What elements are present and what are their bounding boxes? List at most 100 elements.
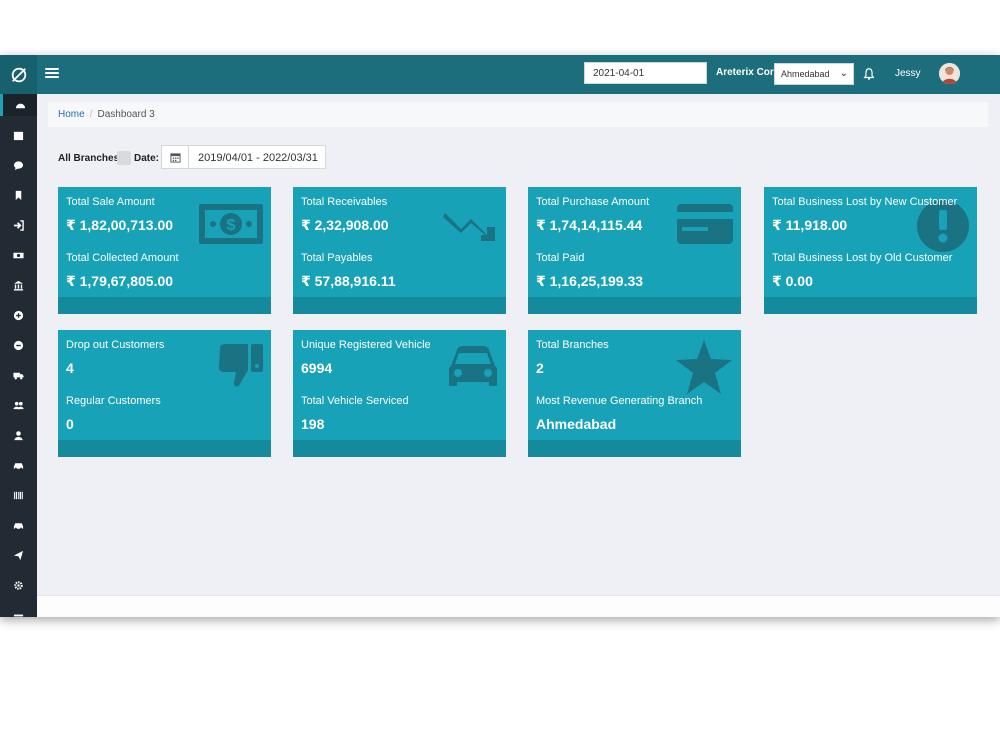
app-window: 2021-04-01 Areterix Corp Ahmedabad ⌄ Jes…: [0, 55, 1000, 617]
stat-card: Total Business Lost by New Customer ₹ 11,…: [764, 187, 977, 314]
bank-icon: [13, 280, 24, 291]
stat-card: $ Total Sale Amount ₹ 1,82,00,713.00 Total …: [58, 187, 271, 314]
stat-label: Total Receivables: [301, 196, 388, 208]
sidebar-item-calendar[interactable]: [0, 124, 37, 146]
stat-label: Total Sale Amount: [66, 196, 155, 208]
stat-value: 2: [536, 360, 544, 376]
company-name: Areterix Corp: [716, 67, 780, 78]
sign-in-icon: [13, 219, 24, 231]
branch-select[interactable]: Ahmedabad ⌄: [774, 63, 854, 85]
sidebar-item-users[interactable]: [0, 394, 37, 416]
stat-value: 198: [301, 416, 325, 432]
date-range-value: 2019/04/01 - 2022/03/31: [198, 152, 318, 164]
card-footer-link[interactable]: [528, 297, 741, 314]
stat-label: Drop out Customers: [66, 339, 165, 351]
stat-value: ₹ 0.00: [772, 273, 813, 289]
menu-toggle-icon[interactable]: [45, 66, 59, 82]
sidebar-item-more[interactable]: [0, 604, 37, 617]
stat-label: Unique Registered Vehicle: [301, 339, 431, 351]
users-icon: [13, 401, 24, 409]
date-range-picker[interactable]: 2019/04/01 - 2022/03/31: [161, 145, 326, 169]
star-icon: [676, 340, 732, 394]
card-footer-link[interactable]: [293, 297, 506, 314]
sidebar: [0, 94, 37, 617]
stat-label: Total Payables: [301, 252, 373, 264]
stat-label: Total Business Lost by New Customer: [772, 196, 958, 208]
sidebar-item-car-alt[interactable]: [0, 514, 37, 536]
calendar-icon: [162, 146, 189, 168]
card-footer-link[interactable]: [764, 297, 977, 314]
avatar[interactable]: [939, 63, 960, 84]
stat-value: Ahmedabad: [536, 416, 617, 432]
stat-value: 6994: [301, 360, 333, 376]
brand-logo[interactable]: [0, 55, 37, 94]
user-icon: [14, 430, 23, 440]
leaf-logo-icon: [11, 67, 26, 82]
money-bill-icon: $: [199, 204, 263, 244]
breadcrumb-current: Dashboard 3: [97, 109, 155, 120]
card-footer-link[interactable]: [58, 297, 271, 314]
thumbs-down-icon: [218, 344, 263, 387]
stat-label: Most Revenue Generating Branch: [536, 395, 703, 407]
bell-icon[interactable]: [862, 66, 876, 82]
sidebar-item-truck[interactable]: [0, 364, 37, 386]
stat-value: ₹ 1,74,14,115.44: [536, 217, 643, 233]
header-date-input[interactable]: 2021-04-01: [584, 62, 707, 84]
sidebar-item-bookmark[interactable]: [0, 184, 37, 206]
credit-card-icon: [677, 204, 733, 244]
sidebar-item-bank[interactable]: [0, 274, 37, 296]
sidebar-item-minus-circle[interactable]: [0, 334, 37, 356]
card-footer-link[interactable]: [528, 440, 741, 457]
stat-value: ₹ 11,918.00: [772, 217, 848, 233]
all-branches-label[interactable]: All Branches: [58, 153, 119, 164]
stat-value: ₹ 1,82,00,713.00: [66, 217, 174, 233]
stat-label: Total Business Lost by Old Customer: [772, 252, 953, 264]
money-icon: [13, 252, 24, 258]
calendar-icon: [13, 131, 24, 140]
stat-value: ₹ 1,16,25,199.33: [536, 273, 644, 289]
stat-value: ₹ 57,88,916.11: [301, 273, 396, 289]
card-footer-link[interactable]: [293, 440, 506, 457]
stat-value: 4: [66, 360, 74, 376]
sidebar-item-send[interactable]: [0, 544, 37, 566]
stat-card: Total Purchase Amount ₹ 1,74,14,115.44 Tot…: [528, 187, 741, 314]
sidebar-item-gear[interactable]: [0, 574, 37, 596]
stat-label: Total Paid: [536, 252, 585, 264]
stat-card: Drop out Customers 4 Regular Customers 0: [58, 330, 271, 457]
sidebar-item-barcode[interactable]: [0, 484, 37, 506]
trend-down-icon: [443, 213, 495, 241]
stat-label: Total Collected Amount: [66, 252, 179, 264]
sidebar-item-chat[interactable]: [0, 154, 37, 176]
stat-card: Total Receivables ₹ 2,32,908.00 Total Paya…: [293, 187, 506, 314]
top-bar: 2021-04-01 Areterix Corp Ahmedabad ⌄ Jes…: [0, 55, 1000, 94]
minus-circle-icon: [13, 340, 24, 350]
car-alt-icon: [13, 522, 24, 530]
sidebar-item-user[interactable]: [0, 424, 37, 446]
sidebar-item-car[interactable]: [0, 454, 37, 476]
chat-icon: [13, 160, 24, 170]
plus-circle-icon: [13, 310, 24, 320]
breadcrumb-home-link[interactable]: Home: [58, 109, 85, 120]
stat-card: Unique Registered Vehicle 6994 Total Vehic…: [293, 330, 506, 457]
all-branches-checkbox[interactable]: [117, 151, 131, 165]
dashboard-icon: [15, 103, 25, 108]
sidebar-item-sign-in[interactable]: [0, 214, 37, 236]
main-content: Home / Dashboard 3 All Branches Date: 2019…: [37, 94, 1000, 617]
stat-value: 0: [66, 416, 74, 432]
car-icon: [13, 462, 24, 470]
branch-select-value: Ahmedabad: [781, 69, 830, 79]
send-icon: [13, 550, 24, 560]
card-footer-link[interactable]: [58, 440, 271, 457]
stat-label: Total Purchase Amount: [536, 196, 650, 208]
stat-label: Regular Customers: [66, 395, 161, 407]
gear-icon: [14, 580, 23, 590]
sidebar-item-dashboard[interactable]: [0, 94, 37, 116]
chevron-down-icon: ⌄: [839, 68, 848, 79]
barcode-icon: [13, 491, 23, 499]
stat-card: Total Branches 2 Most Revenue Generating B…: [528, 330, 741, 457]
content-footer: [37, 595, 1000, 617]
sidebar-item-money[interactable]: [0, 244, 37, 266]
sidebar-item-plus-circle[interactable]: [0, 304, 37, 326]
bookmark-icon: [15, 190, 22, 200]
user-name[interactable]: Jessy: [895, 68, 921, 79]
